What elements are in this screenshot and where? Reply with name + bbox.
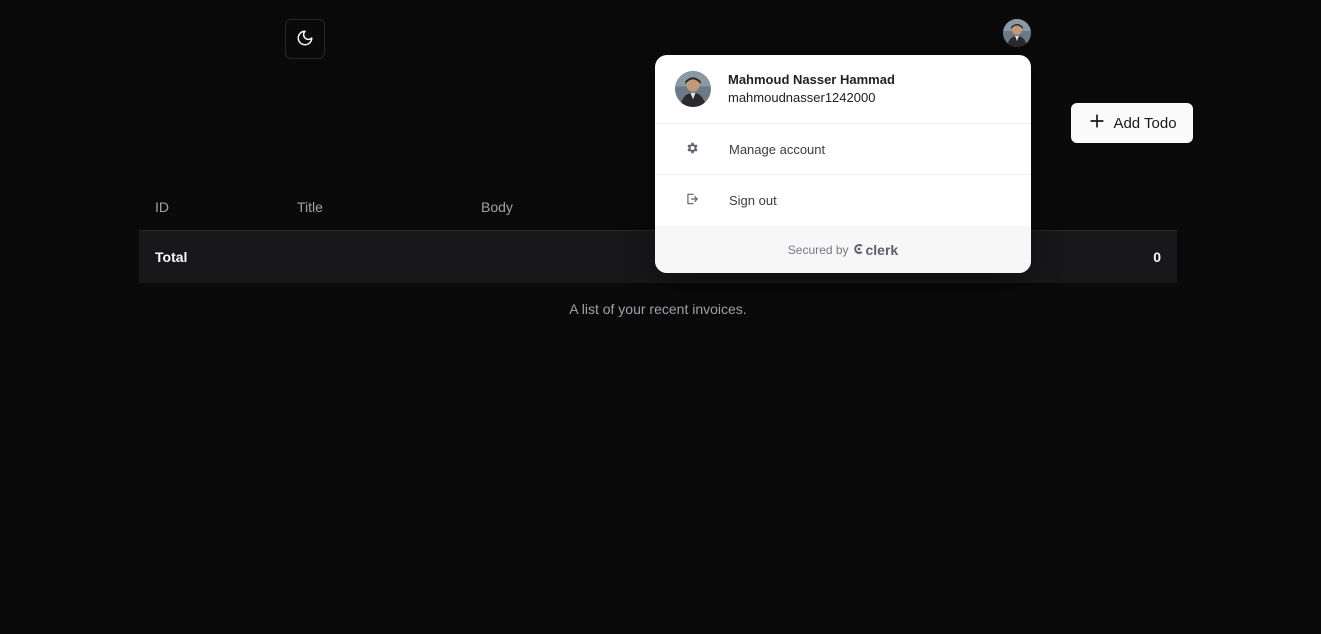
sign-out-label: Sign out	[729, 193, 777, 208]
total-label: Total	[155, 249, 188, 265]
add-todo-label: Add Todo	[1113, 114, 1177, 132]
user-username: mahmoudnasser1242000	[728, 90, 876, 105]
plus-icon	[1087, 111, 1107, 135]
sign-out-icon	[685, 192, 699, 209]
user-info: Mahmoud Nasser Hammad mahmoudnasser12420…	[655, 55, 1031, 124]
total-value: 0	[1153, 249, 1161, 265]
gear-icon	[685, 141, 699, 158]
sign-out-button[interactable]: Sign out	[655, 175, 1031, 226]
manage-account-button[interactable]: Manage account	[655, 124, 1031, 175]
clerk-logo[interactable]: clerk	[853, 241, 899, 258]
avatar	[1003, 19, 1031, 47]
column-header-title: Title	[297, 198, 323, 215]
clerk-icon	[853, 242, 865, 258]
column-header-body: Body	[481, 198, 513, 215]
clerk-brand: clerk	[865, 241, 899, 258]
secured-by-footer: Secured by clerk	[655, 226, 1031, 273]
moon-icon	[296, 29, 314, 50]
secured-by-text: Secured by	[787, 242, 849, 257]
avatar	[675, 71, 711, 107]
manage-account-label: Manage account	[729, 141, 826, 157]
user-name: Mahmoud Nasser Hammad	[728, 72, 895, 87]
theme-toggle-button[interactable]	[285, 19, 325, 59]
column-header-id: ID	[155, 198, 169, 215]
add-todo-button[interactable]: Add Todo	[1071, 103, 1193, 143]
page: Add Todo ID Title Body Total 0 A list of…	[0, 0, 1321, 634]
table-caption: A list of your recent invoices.	[569, 301, 747, 317]
user-menu-popover: Mahmoud Nasser Hammad mahmoudnasser12420…	[655, 55, 1031, 273]
user-avatar-button[interactable]	[1003, 19, 1031, 47]
